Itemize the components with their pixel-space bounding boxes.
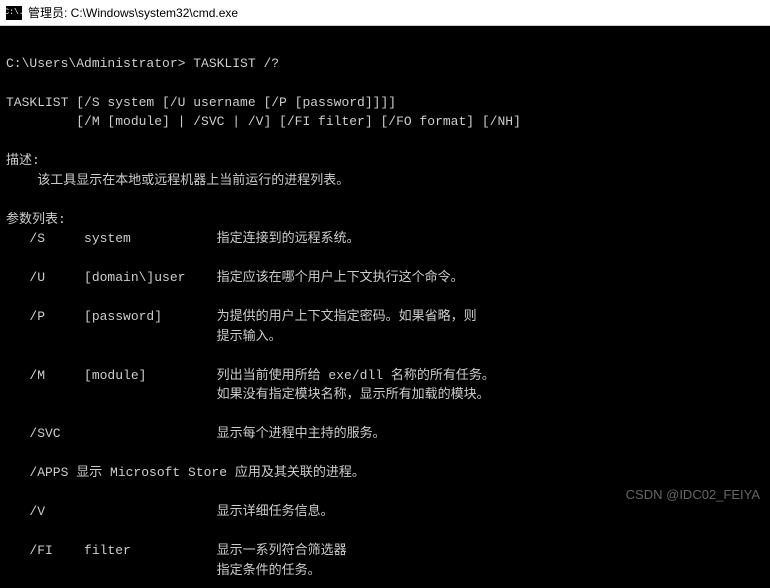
terminal-output[interactable]: C:\Users\Administrator> TASKLIST /? TASK… <box>0 26 770 588</box>
param-apps: /APPS 显示 Microsoft Store 应用及其关联的进程。 <box>6 465 365 480</box>
param-u: /U [domain\]user 指定应该在哪个用户上下文执行这个命令。 <box>6 270 464 285</box>
param-p-2: 提示输入。 <box>6 329 282 344</box>
prompt-line: C:\Users\Administrator> TASKLIST /? <box>6 56 279 71</box>
param-v: /V 显示详细任务信息。 <box>6 504 334 519</box>
param-fi-1: /FI filter 显示一系列符合筛选器 <box>6 543 347 558</box>
params-header: 参数列表: <box>6 212 66 227</box>
param-m-2: 如果没有指定模块名称，显示所有加载的模块。 <box>6 387 490 402</box>
watermark: CSDN @IDC02_FEIYA <box>626 487 760 502</box>
param-fi-2: 指定条件的任务。 <box>6 563 321 578</box>
param-s: /S system 指定连接到的远程系统。 <box>6 231 360 246</box>
description-header: 描述: <box>6 153 40 168</box>
window-titlebar[interactable]: C:\. 管理员: C:\Windows\system32\cmd.exe <box>0 0 770 26</box>
cmd-icon: C:\. <box>6 6 22 20</box>
param-p-1: /P [password] 为提供的用户上下文指定密码。如果省略，则 <box>6 309 477 324</box>
window-title: 管理员: C:\Windows\system32\cmd.exe <box>28 4 238 21</box>
usage-line-1: TASKLIST [/S system [/U username [/P [pa… <box>6 95 396 110</box>
description-body: 该工具显示在本地或远程机器上当前运行的进程列表。 <box>6 173 349 188</box>
usage-line-2: [/M [module] | /SVC | /V] [/FI filter] [… <box>6 114 521 129</box>
param-svc: /SVC 显示每个进程中主持的服务。 <box>6 426 386 441</box>
param-m-1: /M [module] 列出当前使用所给 exe/dll 名称的所有任务。 <box>6 368 495 383</box>
